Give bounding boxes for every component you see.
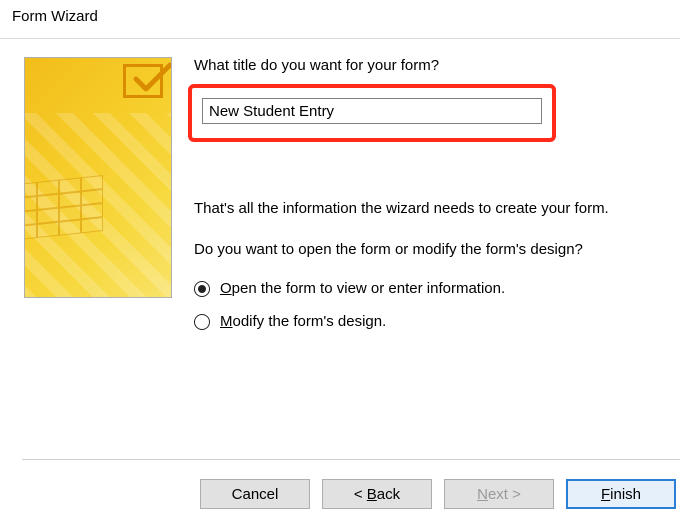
wizard-content: What title do you want for your form? Th… bbox=[0, 38, 680, 459]
finish-button-label: Finish bbox=[601, 486, 641, 503]
radio-icon bbox=[194, 281, 210, 297]
radio-open-label: Open the form to view or enter informati… bbox=[220, 280, 505, 297]
form-wizard-window: Form Wizard What title do you want for y… bbox=[0, 0, 680, 531]
radio-icon bbox=[194, 314, 210, 330]
wizard-illustration-grid bbox=[24, 172, 135, 265]
back-button[interactable]: < Back bbox=[322, 479, 432, 509]
wizard-info-line: That's all the information the wizard ne… bbox=[194, 200, 680, 217]
footer-separator bbox=[22, 459, 680, 460]
form-title-input[interactable] bbox=[202, 98, 542, 124]
radio-modify-label: Modify the form's design. bbox=[220, 313, 386, 330]
cancel-button-label: Cancel bbox=[232, 486, 279, 503]
back-button-label: < Back bbox=[354, 486, 400, 503]
radio-modify-design[interactable]: Modify the form's design. bbox=[194, 313, 680, 330]
wizard-main: What title do you want for your form? Th… bbox=[190, 39, 680, 459]
checkmark-icon bbox=[123, 64, 163, 98]
wizard-illustration bbox=[24, 57, 172, 298]
radio-group: Open the form to view or enter informati… bbox=[194, 280, 680, 330]
title-highlight bbox=[188, 84, 556, 142]
window-title: Form Wizard bbox=[0, 0, 680, 31]
title-question-label: What title do you want for your form? bbox=[194, 57, 680, 74]
cancel-button[interactable]: Cancel bbox=[200, 479, 310, 509]
wizard-footer: Cancel < Back Next > Finish bbox=[0, 459, 680, 531]
finish-button[interactable]: Finish bbox=[566, 479, 676, 509]
wizard-question-line: Do you want to open the form or modify t… bbox=[194, 241, 680, 258]
next-button: Next > bbox=[444, 479, 554, 509]
next-button-label: Next > bbox=[477, 486, 521, 503]
button-row: Cancel < Back Next > Finish bbox=[200, 479, 680, 509]
radio-open-form[interactable]: Open the form to view or enter informati… bbox=[194, 280, 680, 297]
wizard-sidebar bbox=[0, 39, 190, 459]
